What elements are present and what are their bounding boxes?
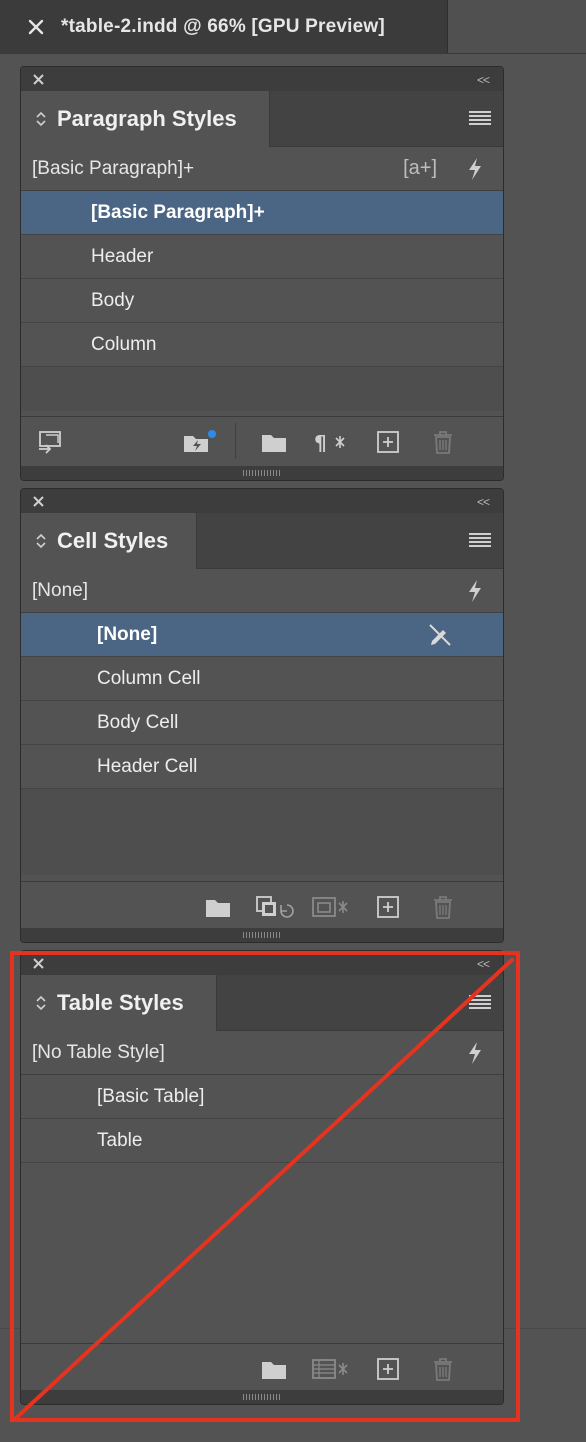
collapse-icon[interactable]: <<: [477, 495, 490, 509]
panel-footer: [21, 1343, 503, 1393]
new-group-folder-icon[interactable]: [261, 430, 287, 454]
current-style-row: [No Table Style]: [21, 1031, 503, 1075]
list-item[interactable]: [None]: [21, 613, 503, 657]
panel-header: Cell Styles: [21, 513, 503, 569]
updown-chevron-icon: [36, 995, 46, 1011]
panel-title-strip: <<: [21, 489, 503, 513]
close-icon[interactable]: [32, 495, 45, 508]
quick-apply-icon[interactable]: [465, 579, 485, 603]
panel-header: Table Styles: [21, 975, 503, 1031]
updown-chevron-icon: [36, 111, 46, 127]
list-item[interactable]: Column: [21, 323, 503, 367]
clear-overrides-icon[interactable]: ¶: [314, 430, 348, 454]
panel-title: Paragraph Styles: [57, 106, 237, 131]
panel-title: Cell Styles: [57, 528, 169, 553]
delete-trash-icon[interactable]: [430, 1357, 456, 1381]
table-styles-panel: << Table Styles [No Table Style] [Basic …: [20, 950, 504, 1405]
new-style-from-selection-icon[interactable]: [a+]: [403, 157, 437, 180]
new-group-folder-icon[interactable]: [261, 1357, 287, 1381]
tab-paragraph-styles[interactable]: Paragraph Styles: [21, 91, 270, 147]
collapse-icon[interactable]: <<: [477, 957, 490, 971]
panel-footer: ¶: [21, 416, 503, 466]
delete-trash-icon[interactable]: [430, 895, 456, 919]
list-item-label: [None]: [97, 623, 158, 645]
panel-resize-grip[interactable]: [21, 466, 503, 480]
close-icon[interactable]: [32, 957, 45, 970]
document-tab[interactable]: *table-2.indd @ 66% [GPU Preview]: [0, 0, 448, 53]
load-styles-icon[interactable]: [37, 430, 63, 454]
list-item-label: Table: [97, 1129, 143, 1151]
list-item[interactable]: Header: [21, 235, 503, 279]
current-style-row: [Basic Paragraph]+ [a+]: [21, 147, 503, 191]
panel-resize-grip[interactable]: [21, 928, 503, 942]
list-item-label: Column Cell: [97, 667, 201, 689]
style-override-highlighter-icon[interactable]: [182, 430, 216, 454]
current-style-row: [None]: [21, 569, 503, 613]
delete-trash-icon[interactable]: [430, 430, 456, 454]
current-style-label: [None]: [32, 579, 88, 601]
paragraph-styles-panel: << Paragraph Styles [Basic Paragraph]+ […: [20, 66, 504, 481]
list-item-label: Header Cell: [97, 755, 198, 777]
panel-menu-icon[interactable]: [469, 533, 491, 549]
list-item[interactable]: Body Cell: [21, 701, 503, 745]
list-item-label: Header: [91, 245, 154, 267]
list-item[interactable]: [Basic Table]: [21, 1075, 503, 1119]
document-title: *table-2.indd @ 66% [GPU Preview]: [61, 15, 385, 37]
style-list: [Basic Paragraph]+ Header Body Column: [21, 191, 503, 411]
clear-cell-overrides-icon[interactable]: [255, 895, 295, 919]
document-tab-bar: *table-2.indd @ 66% [GPU Preview]: [0, 0, 586, 54]
list-item-label: [Basic Paragraph]+: [91, 201, 265, 223]
panel-resize-grip[interactable]: [21, 1390, 503, 1404]
style-list: [Basic Table] Table: [21, 1075, 503, 1337]
list-item[interactable]: Table: [21, 1119, 503, 1163]
panel-footer: [21, 881, 503, 931]
panel-menu-icon[interactable]: [469, 111, 491, 127]
list-item[interactable]: Body: [21, 279, 503, 323]
clear-attributes-icon[interactable]: [311, 895, 355, 919]
new-style-icon[interactable]: [375, 895, 401, 919]
tab-table-styles[interactable]: Table Styles: [21, 975, 217, 1031]
list-item-label: Body: [91, 289, 135, 311]
list-item[interactable]: [Basic Paragraph]+: [21, 191, 503, 235]
new-style-icon[interactable]: [375, 1357, 401, 1381]
updown-chevron-icon: [36, 533, 46, 549]
list-item[interactable]: Header Cell: [21, 745, 503, 789]
new-group-folder-icon[interactable]: [205, 895, 231, 919]
quick-apply-icon[interactable]: [465, 157, 485, 181]
close-icon[interactable]: [32, 73, 45, 86]
cell-styles-panel: << Cell Styles [None] [None] Column Cell…: [20, 488, 504, 943]
clear-attributes-icon[interactable]: [311, 1357, 355, 1381]
panel-title: Table Styles: [57, 990, 184, 1015]
list-item-label: Body Cell: [97, 711, 179, 733]
close-icon[interactable]: [27, 18, 45, 36]
list-item-label: [Basic Table]: [97, 1085, 205, 1107]
panel-menu-icon[interactable]: [469, 995, 491, 1011]
list-item[interactable]: Column Cell: [21, 657, 503, 701]
svg-text:¶: ¶: [314, 431, 327, 454]
style-list: [None] Column Cell Body Cell Header Cell: [21, 613, 503, 875]
new-style-icon[interactable]: [375, 430, 401, 454]
tab-cell-styles[interactable]: Cell Styles: [21, 513, 197, 569]
panel-title-strip: <<: [21, 67, 503, 91]
current-style-label: [Basic Paragraph]+: [32, 157, 195, 179]
panel-title-strip: <<: [21, 951, 503, 975]
current-style-label: [No Table Style]: [32, 1041, 165, 1063]
quick-apply-icon[interactable]: [465, 1041, 485, 1065]
list-item-label: Column: [91, 333, 157, 355]
panel-header: Paragraph Styles: [21, 91, 503, 147]
footer-divider: [235, 423, 236, 459]
no-edit-pencil-icon: [429, 624, 451, 646]
collapse-icon[interactable]: <<: [477, 73, 490, 87]
